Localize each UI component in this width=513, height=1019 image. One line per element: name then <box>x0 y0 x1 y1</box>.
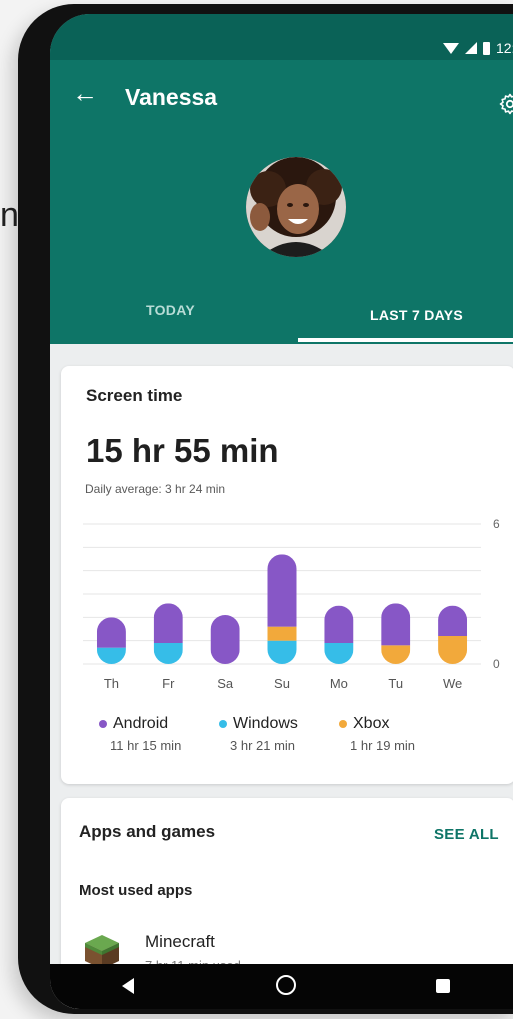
x-tick-label: Th <box>104 676 119 691</box>
y-tick-label: 0 <box>493 657 500 671</box>
y-tick-label: 6 <box>493 517 500 531</box>
x-tick-label: We <box>443 676 462 691</box>
screen-time-chart: 6 0 Th Fr Sa Su Mo Tu We <box>83 517 500 691</box>
screen-time-card[interactable]: Screen time 15 hr 55 min Daily average: … <box>61 366 513 784</box>
bar-th <box>96 617 126 664</box>
bar-segment-android <box>96 617 126 648</box>
bar-segment-windows <box>267 640 297 664</box>
child-portrait <box>246 157 346 257</box>
status-icons: 12:30 <box>442 40 513 56</box>
bar-segment-android <box>324 605 354 643</box>
phone-frame: 12:30 ← Vanessa <box>18 4 513 1014</box>
legend-dot <box>339 720 347 728</box>
tab-today[interactable]: TODAY <box>146 302 195 318</box>
phone-screen: 12:30 ← Vanessa <box>50 14 513 1009</box>
gear-icon[interactable] <box>498 92 513 116</box>
legend-label: Xbox <box>353 715 390 732</box>
x-tick-label: Tu <box>388 676 403 691</box>
bar-segment-android <box>438 605 468 636</box>
wifi-icon <box>442 42 459 54</box>
battery-icon <box>482 41 490 55</box>
x-tick-label: Sa <box>217 676 234 691</box>
bar-fr <box>153 603 183 664</box>
bar-segment-windows <box>324 643 354 664</box>
daily-average: Daily average: 3 hr 24 min <box>85 482 226 496</box>
nav-recents-icon[interactable] <box>436 979 450 993</box>
bar-tu <box>381 603 411 664</box>
x-tick-label: Mo <box>330 676 348 691</box>
bar-segment-android <box>153 603 183 643</box>
page-title: Vanessa <box>125 84 218 110</box>
legend-dot <box>99 720 107 728</box>
most-used-heading: Most used apps <box>79 882 193 899</box>
legend-dot <box>219 720 227 728</box>
screen-time-total: 15 hr 55 min <box>86 432 279 469</box>
x-tick-label: Fr <box>162 676 175 691</box>
see-all-button[interactable]: SEE ALL <box>434 826 499 843</box>
bar-segment-xbox <box>438 636 468 664</box>
legend-xbox: Xbox 1 hr 19 min <box>339 715 415 753</box>
tab-indicator <box>298 338 513 342</box>
app-name[interactable]: Minecraft <box>145 932 215 952</box>
bar-mo <box>324 605 354 664</box>
bar-segment-windows <box>96 647 126 664</box>
signal-icon <box>464 42 477 54</box>
back-arrow-icon[interactable]: ← <box>72 80 98 106</box>
status-bar: 12:30 <box>50 14 513 60</box>
nav-back-icon[interactable] <box>122 978 134 994</box>
screen-time-title: Screen time <box>86 386 183 405</box>
bar-we <box>438 605 468 664</box>
nav-home-icon[interactable] <box>276 975 296 995</box>
bar-segment-xbox <box>381 645 411 664</box>
x-tick-label: Su <box>274 676 290 691</box>
tab-last-7-days[interactable]: LAST 7 DAYS <box>370 307 463 323</box>
legend-value: 11 hr 15 min <box>110 738 182 753</box>
legend-windows: Windows 3 hr 21 min <box>219 715 298 753</box>
legend-value: 1 hr 19 min <box>350 738 416 753</box>
legend-value: 3 hr 21 min <box>230 738 296 753</box>
status-time: 12:30 <box>495 40 513 56</box>
bar-segment-windows <box>153 643 183 664</box>
apps-title: Apps and games <box>79 822 216 841</box>
background-text: n <box>0 196 19 234</box>
bar-sa <box>210 615 240 664</box>
legend-label: Android <box>113 715 169 732</box>
navigation-bar <box>50 964 513 1009</box>
bar-segment-xbox <box>267 626 297 641</box>
bar-segment-android <box>381 603 411 646</box>
app-bar: 12:30 ← Vanessa <box>50 14 513 344</box>
bar-segment-android <box>267 554 297 627</box>
bar-segment-android <box>210 615 240 664</box>
avatar <box>246 157 346 257</box>
legend-android: Android 11 hr 15 min <box>99 715 181 753</box>
bar-su <box>267 554 297 664</box>
legend-label: Windows <box>233 715 298 732</box>
